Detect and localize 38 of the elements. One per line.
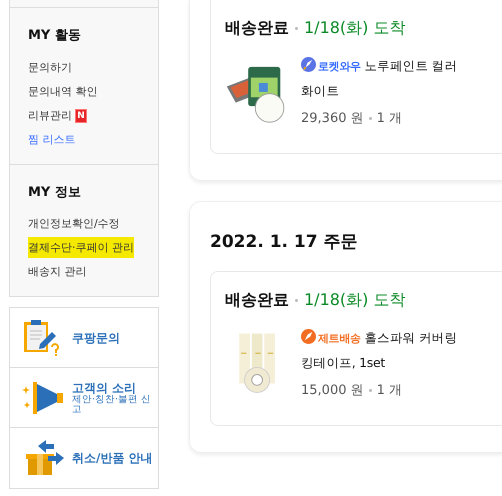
quantity: 1 개 [376,382,402,400]
service-row[interactable]: 쿠팡문의 [10,308,158,368]
sidebar-link[interactable]: 배송지 관리 [28,261,86,282]
separator-dot [368,389,372,392]
price: 29,360 원 [301,110,364,128]
service-row[interactable]: 고객의 소리 제안·칭찬·불편 신고 [10,368,158,428]
separator-dot [295,298,298,302]
sidebar-link[interactable]: 개인정보확인/수정 [28,213,120,234]
section-heading: MY 정보 [28,184,82,202]
section-heading: MY 활동 [28,27,82,45]
sidebar-link[interactable]: 문의내역 확인 [28,80,98,102]
separator-dot [295,26,298,30]
quantity: 1 개 [376,110,402,128]
sidebar-link[interactable]: 리뷰관리 [28,104,72,126]
product-name[interactable]: 홀스파워 커버링 [364,330,458,345]
order-date: 2022. 1. 17 주문 [210,230,358,254]
arrival-date: 1/18(화) 도착 [304,289,406,311]
sidebar-link[interactable]: 찜 리스트 [28,128,76,150]
rocket-icon [301,57,316,72]
delivery-service: 제트배송 [318,332,361,345]
jet-icon [301,329,316,344]
product-name[interactable]: 화이트 [301,83,340,98]
service-row[interactable]: 취소/반품 안내 [10,428,158,488]
service-title: 취소/반품 안내 [72,451,154,465]
delivery-status: 배송완료 [225,17,289,39]
service-title: 고객의 소리 [72,380,138,394]
product-name[interactable]: 노루페인트 컬러 [364,58,458,73]
delivery-status: 배송완료 [225,289,289,311]
service-subtitle: 제안·칭찬·불편 신고 [72,394,152,414]
new-badge: N [75,108,87,122]
arrival-date: 1/18(화) 도착 [304,17,406,39]
sidebar-link[interactable]: 문의하기 [28,56,72,78]
product-name[interactable]: 킹테이프, 1set [301,355,386,370]
delivery-service: 로켓와우 [318,60,361,73]
separator-dot [368,117,372,120]
sidebar-link[interactable]: 결제수단·쿠페이 관리 [28,237,134,258]
service-title: 쿠팡문의 [72,330,121,344]
price: 15,000 원 [301,382,364,400]
